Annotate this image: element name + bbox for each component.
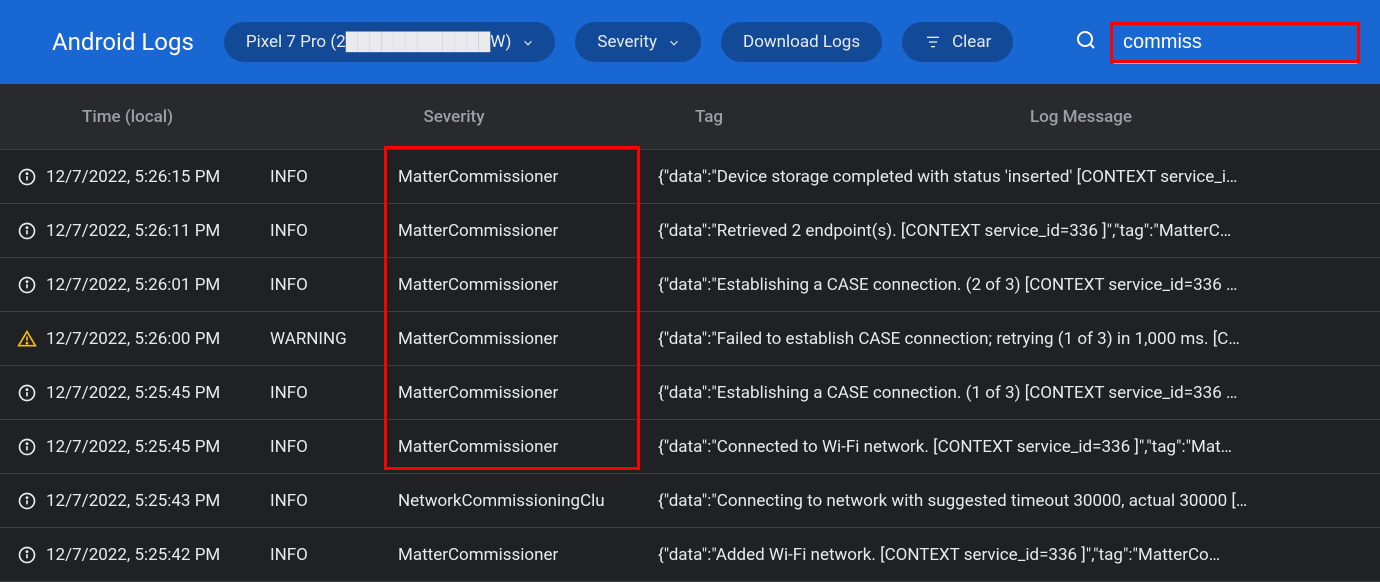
clear-button[interactable]: Clear <box>902 22 1013 62</box>
page-title: Android Logs <box>52 28 194 56</box>
info-icon <box>8 167 46 187</box>
info-icon <box>8 545 46 565</box>
cell-tag: MatterCommissioner <box>398 167 658 187</box>
search-icon <box>1074 28 1098 56</box>
cell-severity: INFO <box>270 437 398 457</box>
cell-tag: NetworkCommissioningClu <box>398 491 658 511</box>
cell-message: {"data":"Connected to Wi-Fi network. [CO… <box>658 437 1372 457</box>
cell-message: {"data":"Retrieved 2 endpoint(s). [CONTE… <box>658 221 1372 241</box>
chevron-down-icon <box>667 36 679 48</box>
cell-time: 12/7/2022, 5:26:00 PM <box>46 329 270 349</box>
cell-tag: MatterCommissioner <box>398 437 658 457</box>
table-row[interactable]: 12/7/2022, 5:25:45 PMINFOMatterCommissio… <box>0 420 1380 474</box>
table-row[interactable]: 12/7/2022, 5:26:11 PMINFOMatterCommissio… <box>0 204 1380 258</box>
cell-severity: INFO <box>270 167 398 187</box>
severity-selector-label: Severity <box>597 32 657 52</box>
search-underline <box>1114 63 1357 64</box>
clear-label: Clear <box>952 32 991 52</box>
cell-time: 12/7/2022, 5:26:11 PM <box>46 221 270 241</box>
cell-time: 12/7/2022, 5:25:45 PM <box>46 383 270 403</box>
cell-message: {"data":"Added Wi-Fi network. [CONTEXT s… <box>658 545 1372 565</box>
table-header: Time (local) Severity Tag Log Message <box>0 84 1380 150</box>
cell-severity: INFO <box>270 275 398 295</box>
app-header: Android Logs Pixel 7 Pro (2████████████W… <box>0 0 1380 84</box>
cell-message: {"data":"Device storage completed with s… <box>658 167 1372 187</box>
column-header-tag: Tag <box>518 107 790 127</box>
table-row[interactable]: 12/7/2022, 5:26:01 PMINFOMatterCommissio… <box>0 258 1380 312</box>
cell-time: 12/7/2022, 5:26:15 PM <box>46 167 270 187</box>
cell-tag: MatterCommissioner <box>398 383 658 403</box>
cell-time: 12/7/2022, 5:25:45 PM <box>46 437 270 457</box>
cell-time: 12/7/2022, 5:26:01 PM <box>46 275 270 295</box>
info-icon <box>8 437 46 457</box>
cell-tag: MatterCommissioner <box>398 275 658 295</box>
severity-selector[interactable]: Severity <box>575 22 701 62</box>
table-row[interactable]: 12/7/2022, 5:25:42 PMINFOMatterCommissio… <box>0 528 1380 582</box>
cell-severity: WARNING <box>270 329 398 349</box>
cell-severity: INFO <box>270 491 398 511</box>
cell-message: {"data":"Failed to establish CASE connec… <box>658 329 1372 349</box>
cell-time: 12/7/2022, 5:25:43 PM <box>46 491 270 511</box>
download-logs-label: Download Logs <box>743 32 860 52</box>
device-selector[interactable]: Pixel 7 Pro (2████████████W) <box>224 22 556 62</box>
download-logs-button[interactable]: Download Logs <box>721 22 882 62</box>
cell-message: {"data":"Establishing a CASE connection.… <box>658 275 1372 295</box>
cell-severity: INFO <box>270 545 398 565</box>
cell-tag: MatterCommissioner <box>398 221 658 241</box>
cell-severity: INFO <box>270 383 398 403</box>
cell-tag: MatterCommissioner <box>398 329 658 349</box>
table-row[interactable]: 12/7/2022, 5:25:43 PMINFONetworkCommissi… <box>0 474 1380 528</box>
cell-severity: INFO <box>270 221 398 241</box>
table-row[interactable]: 12/7/2022, 5:26:00 PMWARNINGMatterCommis… <box>0 312 1380 366</box>
filter-icon <box>924 34 942 50</box>
chevron-down-icon <box>521 36 533 48</box>
table-row[interactable]: 12/7/2022, 5:25:45 PMINFOMatterCommissio… <box>0 366 1380 420</box>
info-icon <box>8 383 46 403</box>
cell-time: 12/7/2022, 5:25:42 PM <box>46 545 270 565</box>
cell-message: {"data":"Connecting to network with sugg… <box>658 491 1372 511</box>
cell-tag: MatterCommissioner <box>398 545 658 565</box>
warning-icon <box>8 329 46 349</box>
column-header-time: Time (local) <box>8 107 270 127</box>
search-input[interactable] <box>1110 22 1360 63</box>
column-header-severity: Severity <box>270 107 518 127</box>
info-icon <box>8 221 46 241</box>
table-row[interactable]: 12/7/2022, 5:26:15 PMINFOMatterCommissio… <box>0 150 1380 204</box>
device-selector-label: Pixel 7 Pro (2████████████W) <box>246 32 512 52</box>
table-body: 12/7/2022, 5:26:15 PMINFOMatterCommissio… <box>0 150 1380 582</box>
search-container <box>1074 22 1360 63</box>
cell-message: {"data":"Establishing a CASE connection.… <box>658 383 1372 403</box>
info-icon <box>8 491 46 511</box>
info-icon <box>8 275 46 295</box>
column-header-message: Log Message <box>790 107 1372 127</box>
